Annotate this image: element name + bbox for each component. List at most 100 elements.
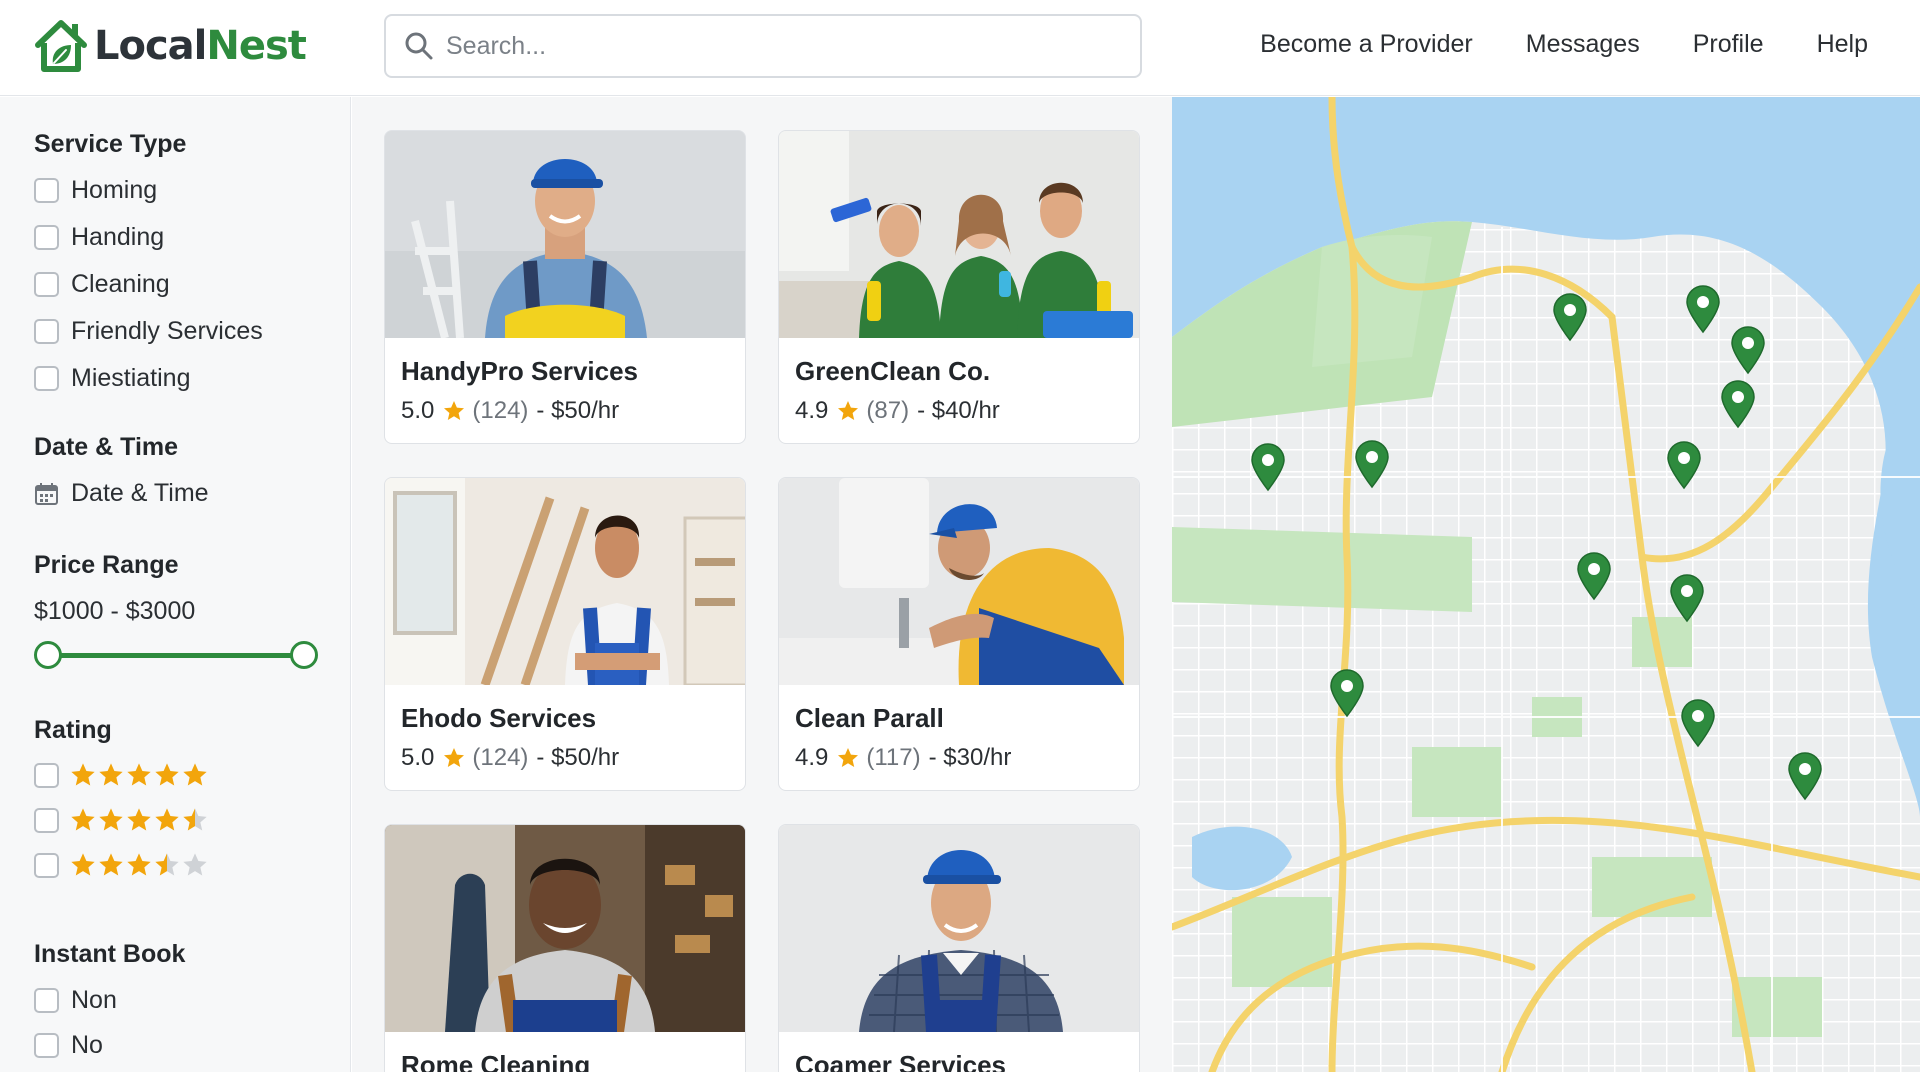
- provider-card[interactable]: HandyPro Services 5.0 (124) - $50/hr: [384, 130, 746, 444]
- provider-card[interactable]: Ehodo Services 5.0 (124) - $50/hr: [384, 477, 746, 791]
- star-icon: [71, 853, 95, 876]
- star-icon: [99, 763, 123, 786]
- instant-book-option-non[interactable]: Non: [34, 986, 117, 1015]
- nav-profile[interactable]: Profile: [1693, 30, 1764, 59]
- checkbox[interactable]: [34, 366, 59, 391]
- nav-help[interactable]: Help: [1817, 30, 1868, 59]
- slider-min-handle[interactable]: [34, 641, 62, 669]
- map-pin-icon[interactable]: [1729, 325, 1767, 375]
- results-map[interactable]: [1172, 97, 1920, 1072]
- checkbox[interactable]: [34, 988, 59, 1013]
- price-range-slider[interactable]: [34, 639, 318, 671]
- rating-option-5[interactable]: [34, 761, 209, 789]
- star-icon: [444, 748, 465, 767]
- star-icon: [155, 808, 179, 831]
- price-range-value: $1000 - $3000: [34, 597, 196, 625]
- map-pin-icon[interactable]: [1668, 573, 1706, 623]
- provider-name: Rome Cleaning: [401, 1050, 591, 1072]
- instant-book-title: Instant Book: [34, 940, 186, 968]
- star-icon: [183, 763, 207, 786]
- provider-name: Clean Parall: [795, 703, 944, 733]
- star-icon: [155, 853, 179, 876]
- provider-review-count: (124): [472, 397, 529, 424]
- provider-review-count: (124): [472, 744, 529, 771]
- checkbox[interactable]: [34, 178, 59, 203]
- provider-photo: [385, 825, 745, 1032]
- date-time-picker[interactable]: Date & Time: [34, 479, 209, 508]
- star-icon: [183, 808, 207, 831]
- map-pin-icon[interactable]: [1353, 439, 1391, 489]
- map-pin-icon[interactable]: [1719, 379, 1757, 429]
- map-pin-icon[interactable]: [1684, 284, 1722, 334]
- checkbox[interactable]: [34, 319, 59, 344]
- slider-max-handle[interactable]: [290, 641, 318, 669]
- nav-messages[interactable]: Messages: [1526, 30, 1640, 59]
- checkbox[interactable]: [34, 852, 59, 878]
- house-leaf-logo-icon: [35, 20, 87, 72]
- checkbox[interactable]: [34, 807, 59, 833]
- provider-photo: [779, 131, 1139, 338]
- map-pin-icon[interactable]: [1551, 292, 1589, 342]
- provider-results: HandyPro Services 5.0 (124) - $50/hr Gre…: [352, 97, 1172, 1072]
- star-rating: [69, 851, 209, 879]
- slider-track: [48, 653, 304, 658]
- map-pin-icon[interactable]: [1249, 442, 1287, 492]
- checkbox[interactable]: [34, 1033, 59, 1058]
- provider-price: $50/hr: [551, 397, 620, 424]
- service-option-friendly[interactable]: Friendly Services: [34, 317, 263, 346]
- provider-rating: 4.9: [795, 397, 829, 424]
- map-pin-icon[interactable]: [1328, 668, 1366, 718]
- service-option-cleaning[interactable]: Cleaning: [34, 270, 170, 299]
- map-pin-icon[interactable]: [1575, 551, 1613, 601]
- provider-review-count: (117): [866, 744, 921, 771]
- provider-name: Coamer Services: [795, 1050, 1007, 1072]
- checkbox[interactable]: [34, 272, 59, 297]
- star-icon: [99, 853, 123, 876]
- search-input[interactable]: [446, 31, 1106, 61]
- provider-meta: 5.0 (124) - $50/hr: [401, 397, 620, 424]
- calendar-icon: [35, 482, 58, 505]
- star-icon: [444, 401, 465, 420]
- provider-card[interactable]: GreenClean Co. 4.9 (87) - $40/hr: [778, 130, 1140, 444]
- provider-meta: 4.9 (87) - $40/hr: [795, 397, 1000, 424]
- checkbox[interactable]: [34, 762, 59, 788]
- logo[interactable]: LocalNest: [34, 18, 307, 74]
- star-icon: [838, 401, 859, 420]
- service-option-miestiating[interactable]: Miestiating: [34, 364, 191, 393]
- provider-card[interactable]: Coamer Services: [778, 824, 1140, 1072]
- provider-card[interactable]: Rome Cleaning: [384, 824, 746, 1072]
- star-rating: [69, 761, 209, 789]
- provider-meta: 5.0 (124) - $50/hr: [401, 744, 620, 771]
- provider-name: HandyPro Services: [401, 356, 639, 386]
- nav-become-provider[interactable]: Become a Provider: [1260, 30, 1473, 59]
- map-pin-icon[interactable]: [1665, 440, 1703, 490]
- map-pin-icon[interactable]: [1786, 751, 1824, 801]
- top-nav: Become a Provider Messages Profile Help: [1260, 30, 1868, 59]
- service-option-homing[interactable]: Homing: [34, 176, 157, 205]
- date-time-title: Date & Time: [34, 433, 179, 461]
- service-type-title: Service Type: [34, 130, 187, 158]
- provider-rating: 5.0: [401, 744, 435, 771]
- price-range-title: Price Range: [34, 551, 179, 579]
- provider-meta: 4.9 (117) - $30/hr: [795, 744, 1012, 771]
- filter-sidebar: Service Type Homing Handing Cleaning Fri…: [0, 97, 351, 1072]
- provider-photo: [385, 478, 745, 685]
- provider-card[interactable]: Clean Parall 4.9 (117) - $30/hr: [778, 477, 1140, 791]
- provider-photo: [779, 825, 1139, 1032]
- provider-price: $30/hr: [943, 744, 1012, 771]
- star-icon: [183, 853, 207, 876]
- map-canvas: [1172, 97, 1920, 1072]
- provider-rating: 4.9: [795, 744, 829, 771]
- service-option-handing[interactable]: Handing: [34, 223, 164, 252]
- star-icon: [71, 763, 95, 786]
- star-icon: [155, 763, 179, 786]
- checkbox[interactable]: [34, 225, 59, 250]
- top-header: LocalNest Become a Provider Messages Pro…: [0, 0, 1920, 96]
- map-pin-icon[interactable]: [1679, 698, 1717, 748]
- rating-option-3-5[interactable]: [34, 851, 209, 879]
- rating-option-4-5[interactable]: [34, 806, 209, 834]
- instant-book-option-no[interactable]: No: [34, 1031, 103, 1060]
- rating-title: Rating: [34, 716, 112, 744]
- star-icon: [99, 808, 123, 831]
- search-bar[interactable]: [384, 14, 1142, 78]
